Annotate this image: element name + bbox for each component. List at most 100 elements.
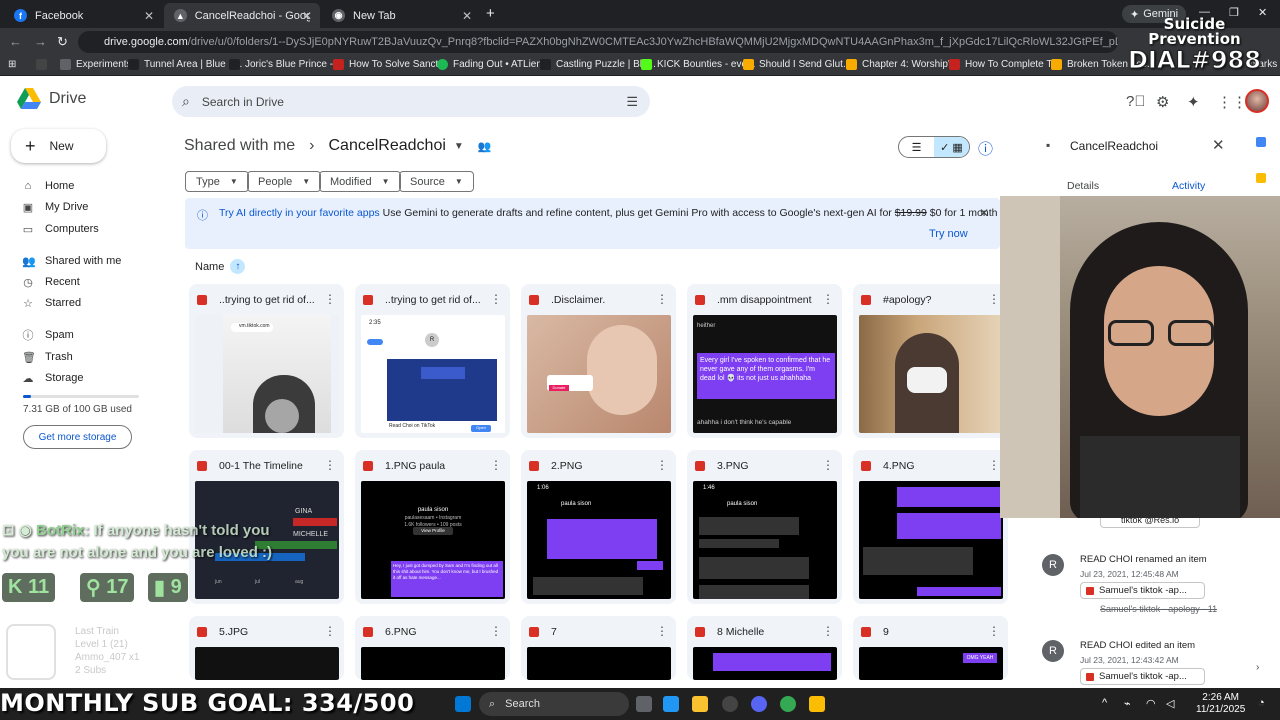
filter-modified[interactable]: Modified ▼: [319, 171, 401, 192]
try-now-button[interactable]: Try now: [929, 228, 968, 240]
close-tab-icon[interactable]: ✕: [144, 9, 154, 23]
file-card[interactable]: 9 ⋮ OMG YEAH: [853, 616, 1008, 680]
calendar-icon[interactable]: [1256, 137, 1266, 147]
help-icon[interactable]: ?⃝: [1126, 93, 1146, 110]
sidebar-item-home[interactable]: ⌂ Home: [22, 176, 75, 196]
file-card[interactable]: .Disclaimer. ⋮ Donate: [521, 284, 676, 438]
bookmark-item[interactable]: Joric's Blue Prince -...: [229, 59, 341, 70]
filter-source[interactable]: Source ▼: [399, 171, 474, 192]
get-more-storage-button[interactable]: Get more storage: [23, 425, 132, 449]
search-options-icon[interactable]: ☰: [626, 94, 638, 110]
network-icon[interactable]: ⌁: [1124, 697, 1131, 710]
file-card[interactable]: 6.PNG ⋮: [355, 616, 510, 680]
copilot-icon[interactable]: [663, 696, 679, 712]
breadcrumb-shared-with-me[interactable]: Shared with me: [184, 137, 295, 155]
more-options-icon[interactable]: ⋮: [988, 624, 1000, 638]
file-explorer-icon[interactable]: [692, 696, 708, 712]
more-options-icon[interactable]: ⋮: [822, 624, 834, 638]
more-options-icon[interactable]: ⋮: [656, 292, 668, 306]
back-icon[interactable]: ←: [9, 34, 22, 49]
obs-icon[interactable]: [722, 696, 738, 712]
more-options-icon[interactable]: ⋮: [490, 292, 502, 306]
sidebar-item-recent[interactable]: ◷ Recent: [22, 272, 80, 292]
notifications-icon[interactable]: ◔: [1258, 697, 1265, 709]
grid-view-button[interactable]: ✓ ▦: [934, 137, 969, 157]
filter-type[interactable]: Type ▼: [185, 171, 249, 192]
wifi-icon[interactable]: ◠: [1146, 697, 1156, 710]
file-card[interactable]: 7 ⋮: [521, 616, 676, 680]
sidebar-item-shared[interactable]: 👥 Shared with me: [22, 251, 121, 271]
file-card[interactable]: #apology? ⋮: [853, 284, 1008, 438]
chevron-up-icon[interactable]: ^: [1102, 697, 1107, 709]
sidebar-item-trash[interactable]: 🗑 Trash: [22, 347, 73, 367]
chrome-icon[interactable]: [780, 696, 796, 712]
sort-by-name[interactable]: Name ↑: [195, 259, 246, 274]
file-card[interactable]: 8 Michelle ⋮: [687, 616, 842, 680]
more-options-icon[interactable]: ⋮: [490, 624, 502, 638]
more-options-icon[interactable]: ⋮: [988, 458, 1000, 472]
gemini-sparkle-icon[interactable]: ✦: [1187, 93, 1200, 111]
drive-logo[interactable]: Drive: [17, 88, 86, 110]
more-options-icon[interactable]: ⋮: [822, 458, 834, 472]
file-card[interactable]: .mm disappointment ⋮ heither Every girl …: [687, 284, 842, 438]
tab-drive[interactable]: ▲ CancelReadchoi - Google Drive ✕: [164, 3, 320, 28]
sidebar-item-spam[interactable]: ⓘ Spam: [22, 325, 74, 345]
file-chip[interactable]: Samuel's tiktok -ap...: [1080, 582, 1205, 599]
clock[interactable]: 2:26 AM 11/21/2025: [1196, 692, 1245, 716]
apps-grid-icon[interactable]: ⊞: [8, 59, 16, 70]
chevron-right-icon[interactable]: ›: [1256, 662, 1259, 673]
close-tab-icon[interactable]: ✕: [462, 9, 472, 23]
bookmark-item[interactable]: KICK Bounties - eve...: [641, 59, 755, 70]
settings-icon[interactable]: ⚙: [1156, 93, 1169, 111]
more-options-icon[interactable]: ⋮: [490, 458, 502, 472]
filter-people[interactable]: People ▼: [247, 171, 322, 192]
list-view-button[interactable]: ☰: [899, 137, 934, 157]
more-options-icon[interactable]: ⋮: [822, 292, 834, 306]
sidebar-item-my-drive[interactable]: ▣ My Drive: [22, 197, 89, 217]
tab-facebook[interactable]: f Facebook ✕: [4, 3, 162, 28]
file-card[interactable]: ..trying to get rid of... ⋮ vm.tiktok.co…: [189, 284, 344, 438]
file-card[interactable]: 4.PNG ⋮: [853, 450, 1008, 604]
bookmark-item[interactable]: Castling Puzzle | Blu...: [540, 59, 656, 70]
sidebar-item-starred[interactable]: ☆ Starred: [22, 293, 81, 313]
bookmark-item[interactable]: Tunnel Area | Blue P...: [128, 59, 242, 70]
file-card[interactable]: 1.PNG paula ⋮ paula sison paulasesaam • …: [355, 450, 510, 604]
search-input[interactable]: ⌕ Search in Drive ☰: [172, 86, 650, 117]
sticky-notes-icon[interactable]: [809, 696, 825, 712]
address-bar[interactable]: drive.google.com/drive/u/0/folders/1--Dy…: [78, 31, 1118, 53]
bookmark-icon[interactable]: [36, 59, 52, 70]
bookmark-item[interactable]: How To Solve Sanct...: [333, 59, 447, 70]
tab-new-tab[interactable]: ◉ New Tab ✕: [322, 3, 480, 28]
caret-down-icon[interactable]: ▼: [454, 141, 464, 152]
sidebar-item-computers[interactable]: ▭ Computers: [22, 219, 99, 239]
more-options-icon[interactable]: ⋮: [324, 292, 336, 306]
file-card[interactable]: ..trying to get rid of... ⋮ 2:35 R Read …: [355, 284, 510, 438]
tab-details[interactable]: Details: [1067, 180, 1099, 192]
file-card[interactable]: 3.PNG ⋮ 1:46 paula sison: [687, 450, 842, 604]
taskbar-search[interactable]: ⌕ Search: [479, 692, 629, 716]
close-icon[interactable]: ✕: [1212, 136, 1225, 154]
close-tab-icon[interactable]: ✕: [302, 9, 312, 23]
bookmark-item[interactable]: How To Complete T...: [949, 59, 1060, 70]
more-options-icon[interactable]: ⋮: [324, 458, 336, 472]
search-icon[interactable]: ⌕: [182, 93, 190, 110]
more-options-icon[interactable]: ⋮: [656, 624, 668, 638]
bookmark-experiments[interactable]: Experiments: [60, 59, 132, 70]
discord-icon[interactable]: [751, 696, 767, 712]
keep-icon[interactable]: [1256, 173, 1266, 183]
bookmark-item[interactable]: Chapter 4: Worship'...: [846, 59, 958, 70]
volume-icon[interactable]: ◁: [1166, 697, 1174, 710]
info-icon[interactable]: ⓘ: [978, 138, 993, 159]
more-options-icon[interactable]: ⋮: [656, 458, 668, 472]
file-chip[interactable]: Samuel's tiktok -ap...: [1080, 668, 1205, 685]
task-view-icon[interactable]: [636, 696, 652, 712]
bookmark-item[interactable]: Should I Send Glut...: [743, 59, 851, 70]
close-icon[interactable]: ✕: [979, 206, 989, 220]
avatar[interactable]: [1245, 89, 1269, 113]
bookmark-item[interactable]: Fading Out • ATLien...: [437, 59, 550, 70]
more-options-icon[interactable]: ⋮: [324, 624, 336, 638]
new-button[interactable]: + New: [11, 129, 106, 163]
sidebar-item-storage[interactable]: ☁ Storage: [22, 368, 84, 388]
new-tab-button[interactable]: +: [486, 5, 495, 22]
reload-icon[interactable]: ↻: [57, 34, 68, 50]
